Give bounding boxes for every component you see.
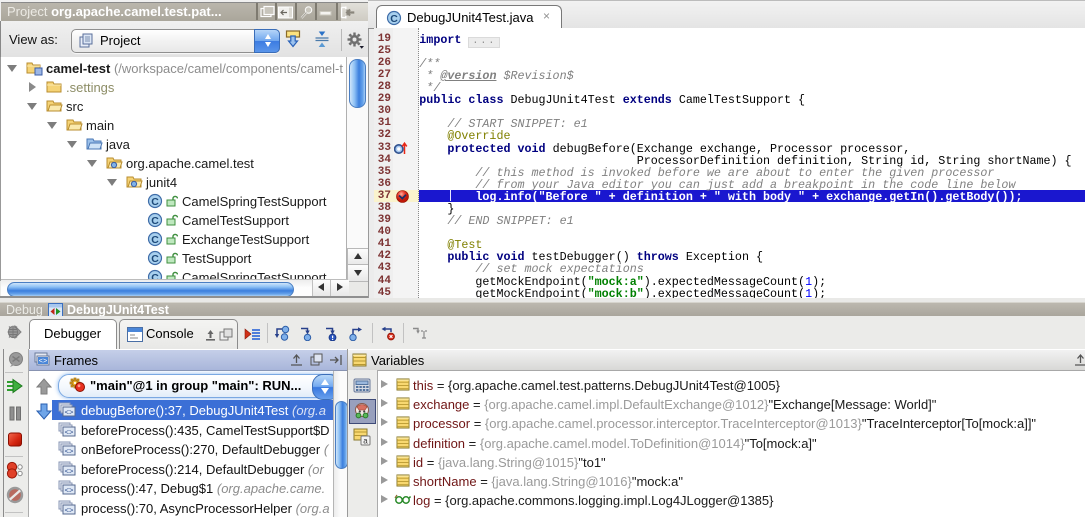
svg-text:<>: <> [64, 429, 74, 437]
svg-text:a: a [363, 436, 368, 445]
svg-text:<>: <> [64, 468, 74, 476]
svg-text:C: C [390, 13, 398, 25]
svg-text:C: C [151, 196, 159, 208]
svg-text:C: C [151, 234, 159, 246]
svg-text:C: C [151, 253, 159, 265]
svg-text:<>: <> [64, 488, 74, 496]
svg-text:<>: <> [39, 358, 47, 366]
svg-text:<>: <> [64, 449, 74, 457]
svg-text:<>: <> [64, 508, 74, 516]
svg-text:C: C [151, 215, 159, 227]
svg-text:<>: <> [64, 410, 74, 418]
